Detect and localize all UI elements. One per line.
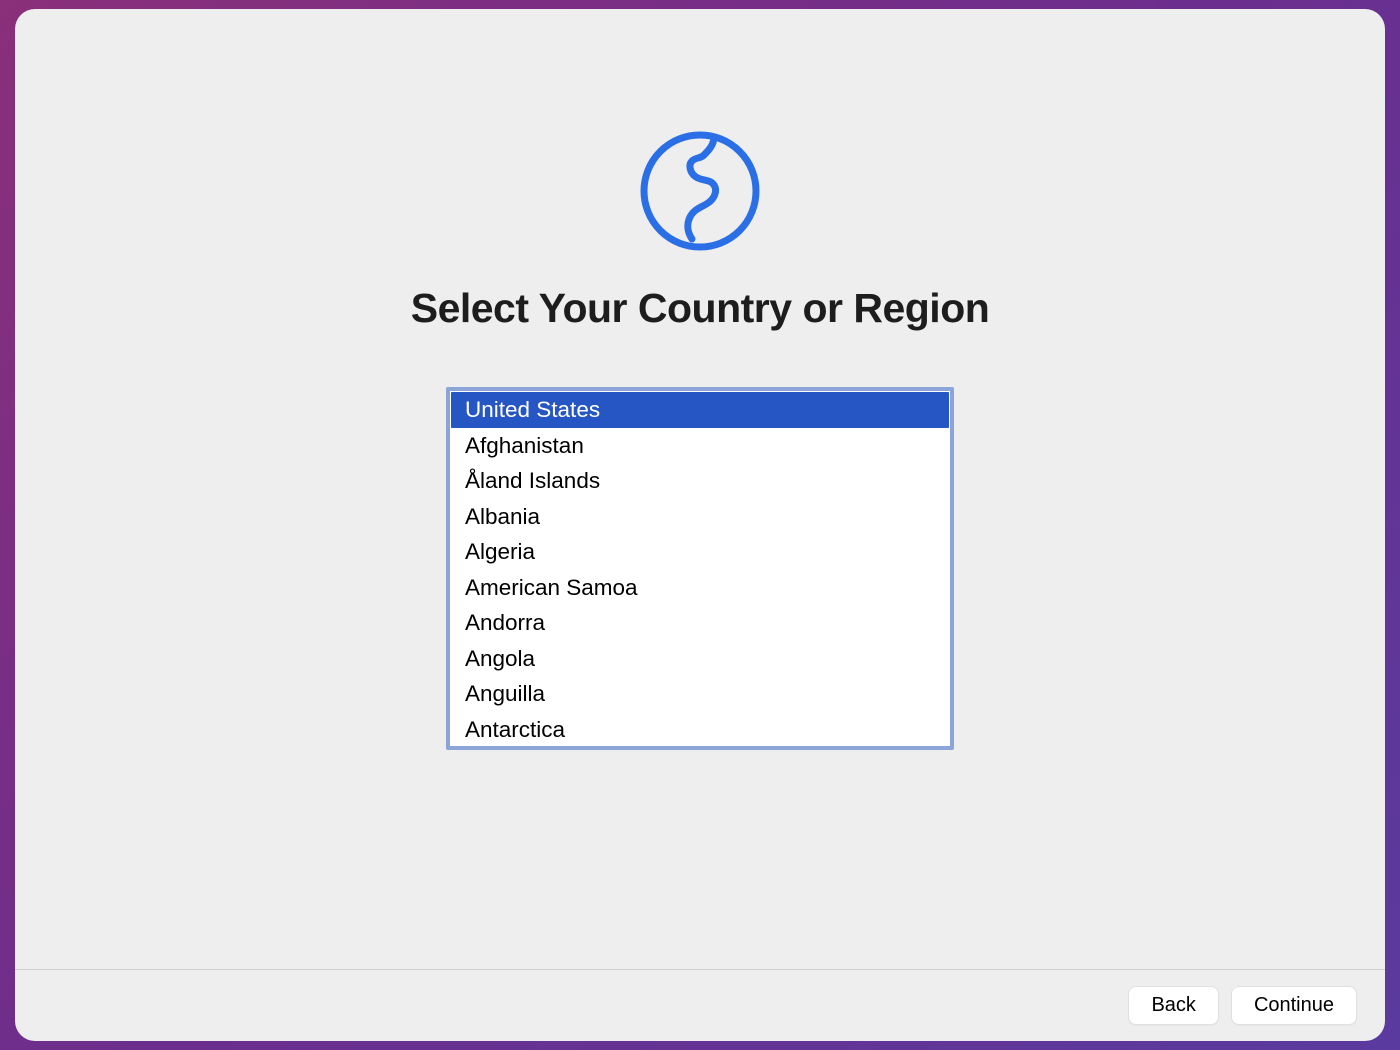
country-list-item[interactable]: Åland Islands — [451, 463, 949, 499]
country-list-item[interactable]: Antigua & Barbuda — [451, 747, 949, 750]
country-listbox[interactable]: United StatesAfghanistanÅland IslandsAlb… — [446, 387, 954, 750]
page-title: Select Your Country or Region — [411, 285, 990, 332]
country-list-item[interactable]: Algeria — [451, 534, 949, 570]
content-area: Select Your Country or Region United Sta… — [15, 9, 1385, 969]
setup-assistant-window: Select Your Country or Region United Sta… — [15, 9, 1385, 1041]
country-list-item[interactable]: Afghanistan — [451, 428, 949, 464]
globe-icon — [636, 127, 764, 255]
country-list-item[interactable]: American Samoa — [451, 570, 949, 606]
country-list-item[interactable]: Andorra — [451, 605, 949, 641]
country-list-item[interactable]: Albania — [451, 499, 949, 535]
country-list-item[interactable]: Anguilla — [451, 676, 949, 712]
country-list-item[interactable]: Angola — [451, 641, 949, 677]
back-button[interactable]: Back — [1128, 986, 1218, 1025]
continue-button[interactable]: Continue — [1231, 986, 1357, 1025]
footer: Back Continue — [15, 969, 1385, 1041]
country-list-item[interactable]: United States — [451, 392, 949, 428]
country-list-item[interactable]: Antarctica — [451, 712, 949, 748]
